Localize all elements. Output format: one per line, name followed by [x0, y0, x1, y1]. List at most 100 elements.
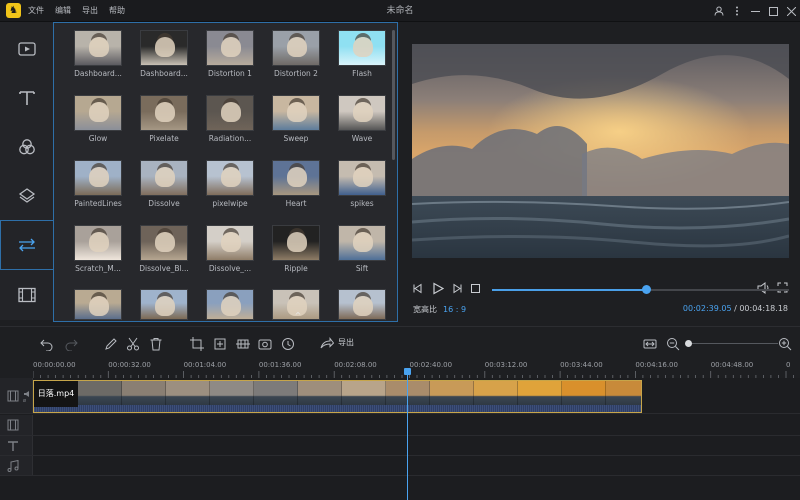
transition-label: Distortion 1 — [208, 69, 252, 78]
crop-icon[interactable] — [190, 337, 204, 351]
volume-icon[interactable] — [757, 282, 770, 294]
transition-thumbnail[interactable] — [272, 160, 320, 196]
transition-thumbnail[interactable] — [140, 160, 188, 196]
playback-progress[interactable] — [492, 289, 789, 291]
transition-thumbnail[interactable] — [74, 160, 122, 196]
clip-thumbnail-frame — [122, 381, 166, 407]
zoom-in-icon[interactable] — [778, 337, 792, 351]
transition-label: Dashboard... — [140, 69, 188, 78]
duration-icon[interactable] — [281, 337, 295, 351]
playhead-line[interactable] — [407, 368, 408, 500]
transition-thumbnail[interactable] — [338, 225, 386, 261]
more-icon[interactable] — [728, 0, 746, 22]
export-button[interactable]: 导出 — [338, 337, 354, 348]
transition-thumbnail[interactable] — [140, 289, 188, 320]
transition-thumbnail[interactable] — [140, 95, 188, 131]
transition-thumbnail[interactable] — [140, 30, 188, 66]
zoom-crop-icon[interactable] — [213, 337, 227, 351]
transition-thumbnail[interactable] — [206, 30, 254, 66]
maximize-icon[interactable] — [764, 0, 782, 22]
transition-label: Wave — [351, 134, 373, 143]
zoom-slider-handle[interactable] — [685, 340, 692, 347]
sidebar-text[interactable] — [0, 73, 53, 122]
video-track-mute-icon[interactable]: ø — [23, 390, 30, 402]
ruler-label: 00:02:08.00 — [334, 361, 377, 369]
timeline-ruler[interactable]: 00:00:00.00 00:00:32.00 00:01:04.00 00:01:3… — [33, 358, 800, 380]
transition-thumbnail[interactable] — [74, 289, 122, 320]
transition-thumbnail[interactable] — [338, 95, 386, 131]
mosaic-icon[interactable] — [236, 337, 250, 351]
delete-icon[interactable] — [149, 337, 163, 351]
edit-icon[interactable] — [104, 337, 118, 351]
aspect-ratio[interactable]: 宽高比 16 : 9 — [413, 304, 466, 315]
transition-thumbnail[interactable] — [74, 95, 122, 131]
transition-thumbnail[interactable] — [206, 160, 254, 196]
music-track — [0, 456, 800, 476]
transition-label: Sweep — [283, 134, 309, 143]
redo-icon[interactable] — [64, 337, 78, 351]
transitions-icon — [19, 238, 35, 252]
transition-thumbnail[interactable] — [272, 30, 320, 66]
close-icon[interactable] — [782, 0, 800, 22]
menu-edit[interactable]: 编辑 — [55, 0, 71, 22]
transition-thumbnail[interactable] — [338, 289, 386, 320]
sidebar-filters[interactable] — [0, 122, 53, 171]
thumbnail-subject — [287, 232, 307, 252]
transition-label: Glow — [88, 134, 108, 143]
sidebar-media[interactable] — [0, 24, 53, 73]
music-track-header — [0, 456, 33, 475]
clip-thumbnail-frame — [254, 381, 298, 407]
snapshot-icon[interactable] — [258, 337, 272, 351]
menu-bar: 文件 编辑 导出 帮助 — [28, 0, 136, 22]
pip-track-header — [0, 415, 33, 435]
menu-export[interactable]: 导出 — [82, 0, 98, 22]
clip-audio-waveform — [34, 405, 641, 412]
current-time: 00:02:39.05 — [682, 304, 732, 313]
play-icon[interactable] — [432, 282, 444, 295]
stop-icon[interactable] — [471, 284, 480, 293]
transition-thumbnail[interactable] — [206, 289, 254, 320]
cut-icon[interactable] — [126, 337, 140, 351]
transition-label: Scratch_M... — [75, 264, 121, 273]
transition-label: Distortion 2 — [274, 69, 318, 78]
transition-thumbnail[interactable] — [74, 225, 122, 261]
clip-thumbnail-frame — [474, 381, 518, 407]
next-frame-icon[interactable] — [452, 283, 463, 294]
aspect-value[interactable]: 16 : 9 — [443, 305, 466, 314]
transition-thumbnail[interactable] — [272, 225, 320, 261]
playback-progress-fill — [492, 289, 647, 291]
sidebar-transitions[interactable] — [0, 220, 53, 270]
playhead-handle[interactable] — [404, 368, 411, 375]
fullscreen-icon[interactable] — [777, 282, 788, 293]
scroll-down-icon[interactable]: ^ — [292, 312, 304, 320]
user-icon[interactable] — [710, 0, 728, 22]
menu-file[interactable]: 文件 — [28, 0, 44, 22]
clip-thumbnail-frame — [342, 381, 386, 407]
menu-help[interactable]: 帮助 — [109, 0, 125, 22]
transition-thumbnail[interactable] — [140, 225, 188, 261]
transition-thumbnail[interactable] — [206, 225, 254, 261]
video-preview — [412, 44, 789, 258]
transition-thumbnail[interactable] — [206, 95, 254, 131]
text-track-header — [0, 436, 33, 455]
transition-thumbnail[interactable] — [338, 160, 386, 196]
transition-thumbnail[interactable] — [272, 95, 320, 131]
thumbnail-subject — [155, 37, 175, 57]
timeline-clip[interactable]: 日落.mp4 — [33, 380, 642, 413]
ruler-label: 00:00:32.00 — [108, 361, 151, 369]
zoom-slider[interactable] — [690, 343, 778, 344]
transition-thumbnail[interactable] — [74, 30, 122, 66]
media-icon — [17, 41, 36, 56]
sidebar-elements[interactable] — [0, 270, 53, 319]
fit-timeline-icon[interactable] — [643, 337, 657, 351]
undo-icon[interactable] — [40, 337, 54, 351]
prev-frame-icon[interactable] — [412, 283, 423, 294]
thumbnail-subject — [353, 102, 373, 122]
thumbnail-subject — [287, 102, 307, 122]
transition-thumbnail[interactable] — [338, 30, 386, 66]
zoom-out-icon[interactable] — [666, 337, 680, 351]
time-display: 00:02:39.05 / 00:04:18.18 — [683, 304, 788, 313]
minimize-icon[interactable] — [746, 0, 764, 22]
export-icon[interactable] — [320, 337, 334, 351]
sidebar-overlays[interactable] — [0, 171, 53, 220]
